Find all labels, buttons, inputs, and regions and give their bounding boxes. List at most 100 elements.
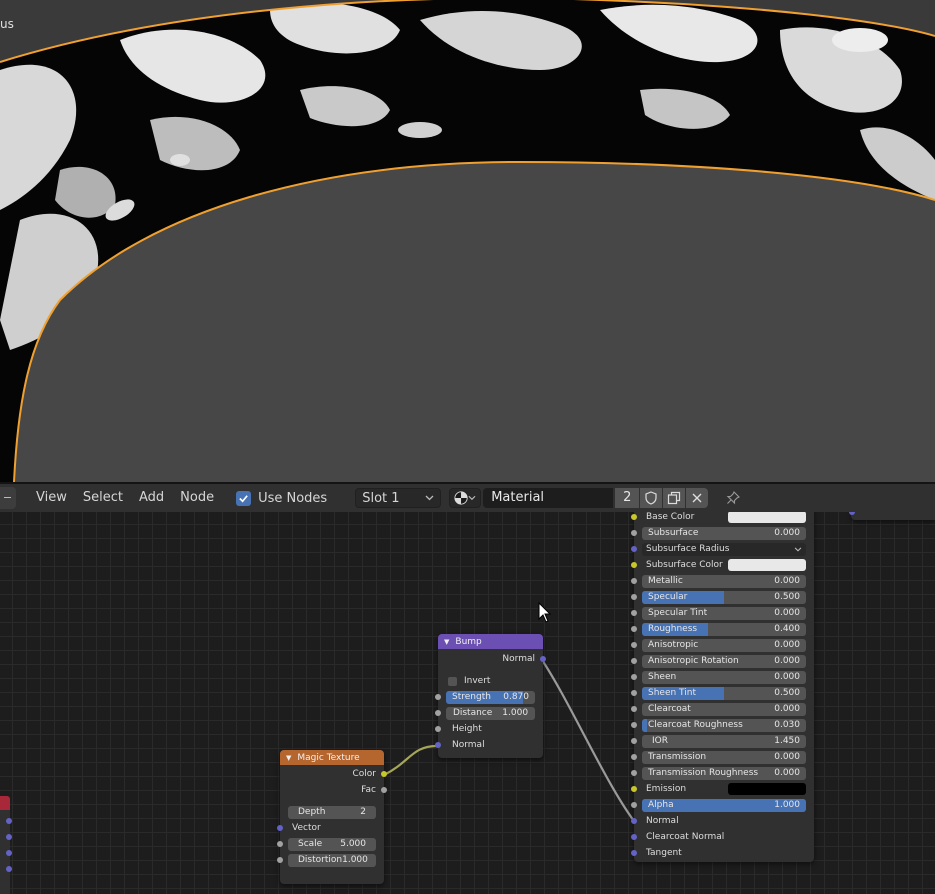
transmission-socket[interactable] (631, 754, 637, 760)
unlink-material-button[interactable] (686, 488, 709, 508)
subsurface-radius-socket[interactable] (631, 546, 637, 552)
transmission-slider[interactable]: Transmission 0.000 (642, 750, 806, 764)
color-swatch[interactable] (728, 559, 806, 571)
depth-value: 2 (360, 807, 366, 817)
input-value: 0.000 (774, 640, 800, 650)
magic-texture-node[interactable]: ▼ Magic Texture Color Fac Depth 2 Vector… (277, 750, 387, 884)
3d-viewport[interactable]: us (0, 0, 935, 482)
height-row: Height (435, 721, 543, 737)
roughness-slider[interactable]: Roughness 0.400 (642, 622, 806, 636)
input-value: 0.030 (774, 720, 800, 730)
strength-slider[interactable]: Strength 0.870 (446, 690, 535, 704)
material-users-count[interactable]: 2 (615, 488, 640, 508)
clearcoat-normal-socket[interactable] (631, 834, 637, 840)
color-swatch[interactable] (728, 512, 806, 523)
specular-socket[interactable] (631, 594, 637, 600)
depth-field[interactable]: Depth 2 (288, 805, 376, 819)
node-editor-header: View Select Add Node Use Nodes Slot 1 Ma… (0, 482, 935, 512)
use-nodes-checkbox[interactable] (236, 490, 252, 506)
close-icon (692, 493, 702, 503)
vector-socket[interactable] (277, 825, 283, 831)
anisotropic-socket[interactable] (631, 642, 637, 648)
normal-input-socket[interactable] (435, 742, 441, 748)
node-socket[interactable] (6, 866, 12, 872)
tangent-socket[interactable] (631, 850, 637, 856)
height-label: Height (452, 724, 482, 734)
metallic-slider[interactable]: Metallic 0.000 (642, 574, 806, 588)
material-name-field[interactable]: Material (483, 488, 614, 508)
color-output-socket[interactable] (381, 771, 387, 777)
distance-field[interactable]: Distance 1.000 (446, 706, 535, 720)
duplicate-material-button[interactable] (663, 488, 686, 508)
menu-add[interactable]: Add (131, 487, 172, 509)
material-browse-button[interactable] (449, 488, 482, 508)
subsurface-color-socket[interactable] (631, 562, 637, 568)
metallic-socket[interactable] (631, 578, 637, 584)
editor-type-menu[interactable] (0, 487, 16, 509)
sheen-socket[interactable] (631, 674, 637, 680)
alpha-socket[interactable] (631, 802, 637, 808)
slot-dropdown[interactable]: Slot 1 (355, 488, 442, 508)
sheen-tint-socket[interactable] (631, 690, 637, 696)
input-label: Sheen Tint (648, 688, 697, 698)
base-color-socket[interactable] (631, 514, 637, 520)
invert-row[interactable]: Invert (438, 673, 543, 689)
pin-button[interactable] (722, 488, 744, 508)
subsurface-slider[interactable]: Subsurface 0.000 (642, 526, 806, 540)
use-nodes-label: Use Nodes (258, 490, 328, 506)
offscreen-node-fragment[interactable] (0, 796, 12, 894)
ior-slider[interactable]: IOR 1.450 (642, 734, 806, 748)
node-socket[interactable] (6, 818, 12, 824)
material-output-node-fragment[interactable] (849, 512, 935, 520)
specular-tint-socket[interactable] (631, 610, 637, 616)
distortion-socket[interactable] (277, 857, 283, 863)
subsurface-socket[interactable] (631, 530, 637, 536)
normal-socket[interactable] (631, 818, 637, 824)
mouse-cursor-icon (538, 602, 552, 623)
collapse-triangle-icon[interactable]: ▼ (286, 754, 291, 762)
strength-socket[interactable] (435, 694, 441, 700)
input-value: 0.400 (774, 624, 800, 634)
color-swatch[interactable] (728, 783, 806, 795)
specular-tint-slider[interactable]: Specular Tint 0.000 (642, 606, 806, 620)
normal-output-socket[interactable] (540, 656, 546, 662)
clearcoat-slider[interactable]: Clearcoat 0.000 (642, 702, 806, 716)
clearcoat-roughness-slider[interactable]: Clearcoat Roughness 0.030 (642, 718, 806, 732)
distance-socket[interactable] (435, 710, 441, 716)
displacement-socket[interactable] (849, 512, 855, 515)
sheen-tint-slider[interactable]: Sheen Tint 0.500 (642, 686, 806, 700)
fac-output-socket[interactable] (381, 787, 387, 793)
anisotropic-rotation-socket[interactable] (631, 658, 637, 664)
height-socket[interactable] (435, 726, 441, 732)
ior-socket[interactable] (631, 738, 637, 744)
scale-socket[interactable] (277, 841, 283, 847)
clearcoat-socket[interactable] (631, 706, 637, 712)
transmission-roughness-slider[interactable]: Transmission Roughness 0.000 (642, 766, 806, 780)
scale-field[interactable]: Scale 5.000 (288, 837, 376, 851)
transmission-roughness-socket[interactable] (631, 770, 637, 776)
invert-checkbox[interactable] (448, 676, 457, 686)
roughness-socket[interactable] (631, 626, 637, 632)
bump-node-header[interactable]: ▼ Bump (438, 634, 543, 649)
magic-node-header[interactable]: ▼ Magic Texture (280, 750, 384, 765)
anisotropic-rotation-slider[interactable]: Anisotropic Rotation 0.000 (642, 654, 806, 668)
node-canvas[interactable]: ▼ Bump Normal Invert Strength 0.870 Dist… (0, 512, 935, 894)
alpha-slider[interactable]: Alpha 1.000 (642, 798, 806, 812)
node-socket[interactable] (6, 834, 12, 840)
menu-select[interactable]: Select (75, 487, 131, 509)
principled-bsdf-node[interactable]: Base Color Subsurface 0.000 Subsurface Radi… (631, 512, 814, 862)
menu-view[interactable]: View (28, 487, 75, 509)
menu-node[interactable]: Node (172, 487, 222, 509)
distortion-field[interactable]: Distortion 1.000 (288, 853, 376, 867)
collapse-triangle-icon[interactable]: ▼ (444, 638, 449, 646)
emission-socket[interactable] (631, 786, 637, 792)
clearcoat-roughness-socket[interactable] (631, 722, 637, 728)
anisotropic-slider[interactable]: Anisotropic 0.000 (642, 638, 806, 652)
specular-slider[interactable]: Specular 0.500 (642, 590, 806, 604)
input-label: Clearcoat (648, 704, 691, 714)
bump-node[interactable]: ▼ Bump Normal Invert Strength 0.870 Dist… (435, 634, 546, 758)
subsurface-radius-dropdown[interactable]: Subsurface Radius (642, 542, 806, 556)
node-socket[interactable] (6, 850, 12, 856)
sheen-slider[interactable]: Sheen 0.000 (642, 670, 806, 684)
fake-user-button[interactable] (640, 488, 663, 508)
